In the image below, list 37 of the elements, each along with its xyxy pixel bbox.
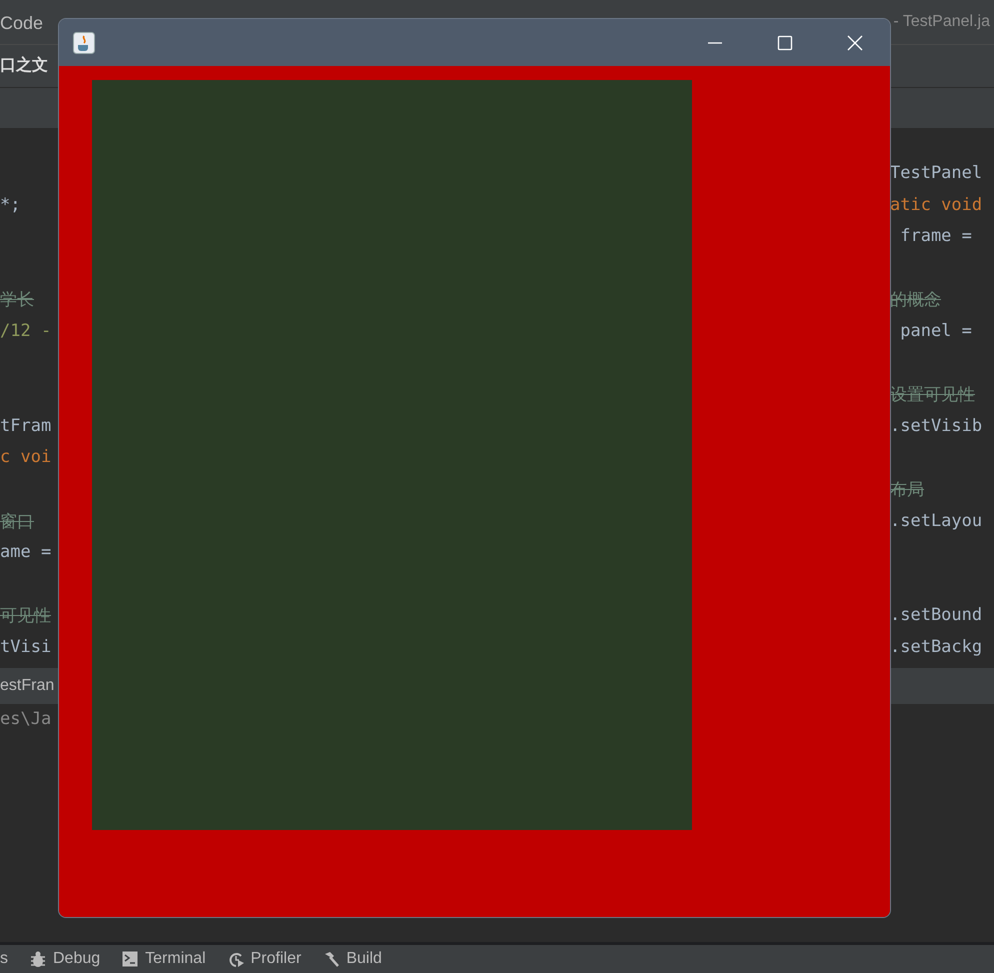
code-comment: 设置可见性: [890, 385, 975, 404]
window-title: - TestPanel.ja: [893, 12, 990, 32]
code-line: /12 -: [0, 320, 52, 341]
code-line: .setVisib: [890, 416, 982, 436]
code-line: ame =: [0, 542, 52, 562]
code-comment: 的概念: [890, 290, 941, 310]
code-line: atic void: [890, 194, 982, 215]
code-line: c voi: [0, 447, 52, 468]
tool-tab[interactable]: Debug: [30, 947, 100, 971]
menu-item[interactable]: Code: [0, 10, 44, 37]
code-line: frame =: [899, 226, 972, 246]
maximize-icon[interactable]: [777, 34, 793, 50]
code-line: .setBackg: [890, 636, 982, 657]
code-comment: 可见性: [0, 606, 51, 626]
code-line: *;: [0, 194, 20, 215]
code-comment: 学长: [0, 290, 34, 310]
bug-icon: [30, 951, 46, 967]
code-line: tVisi: [0, 636, 52, 657]
tool-tab[interactable]: Profiler: [228, 947, 302, 971]
tool-tab[interactable]: Terminal: [122, 947, 206, 971]
code-line: TestPanel: [890, 163, 982, 183]
close-icon[interactable]: [847, 34, 863, 50]
code-line: .setLayou: [890, 510, 982, 531]
tool-tab[interactable]: Build: [323, 947, 382, 971]
code-line: panel =: [899, 320, 972, 341]
editor-tab[interactable]: 口之文: [0, 54, 48, 78]
terminal-icon: [122, 951, 138, 967]
console-text: es\Ja: [0, 708, 52, 732]
tool-tab[interactable]: s: [0, 947, 8, 971]
code-comment: 布局: [890, 480, 924, 499]
code-comment: 窗口: [0, 512, 34, 531]
profiler-icon: [228, 951, 244, 967]
java-icon: [73, 32, 95, 54]
code-line: .setBound: [890, 605, 982, 626]
code-line: tFram: [0, 416, 52, 436]
run-tab[interactable]: estFran: [0, 674, 54, 698]
hammer-icon: [323, 951, 340, 967]
